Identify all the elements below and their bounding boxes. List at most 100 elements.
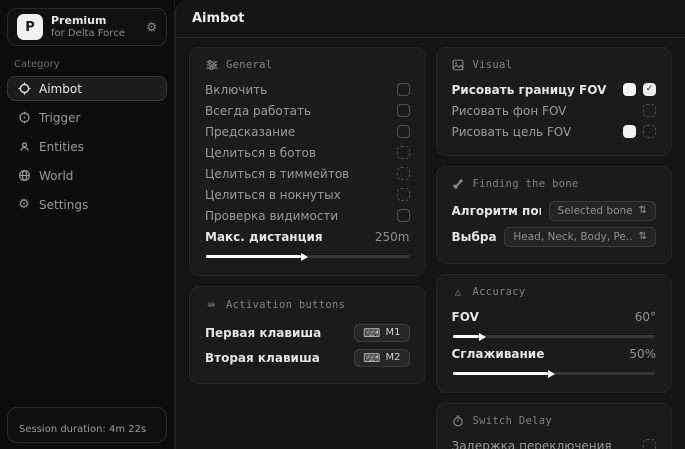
slider-label: Сглаживание	[452, 347, 545, 361]
main-panel: Aimbot General Включить Всегда работать	[175, 0, 685, 449]
category-label: Category	[14, 59, 174, 70]
slider-value: 50%	[629, 347, 656, 361]
toggle-label: Предсказание	[205, 125, 295, 139]
accuracy-card-header: △ Accuracy	[452, 286, 657, 298]
toggle-row: Проверка видимости	[205, 205, 410, 226]
switch-delay-card-header: Switch Delay	[452, 415, 657, 427]
color-swatch[interactable]	[623, 125, 636, 138]
visual-row: Рисовать фон FOV	[452, 100, 657, 121]
fov-slider[interactable]	[453, 335, 656, 338]
left-column: General Включить Всегда работать Предска…	[189, 47, 426, 449]
brand-logo: P	[17, 14, 43, 40]
checkbox-always-work[interactable]	[397, 104, 410, 117]
visual-card: Visual Рисовать границу FOV ✓ Рисовать ф…	[436, 47, 673, 156]
toggle-row: Включить	[205, 79, 410, 100]
select-value: Head, Neck, Body, Pe..	[513, 231, 632, 243]
sidebar-item-aimbot[interactable]: Aimbot	[7, 76, 167, 101]
keybind-label: Первая клавиша	[205, 326, 321, 340]
bone-icon	[452, 178, 465, 190]
keybind-button-first[interactable]: ⌨ M1	[354, 324, 409, 342]
sidebar-item-label: Entities	[39, 140, 84, 154]
sidebar-item-entities[interactable]: Entities	[7, 134, 167, 159]
bone-card: Finding the bone Алгоритм поиска кост Se…	[436, 166, 673, 264]
slider-row: Макс. дистанция 250m	[205, 226, 410, 247]
checkbox-prediction[interactable]	[397, 125, 410, 138]
toggle-row: Целиться в нокнутых	[205, 184, 410, 205]
slider-fill[interactable]	[453, 335, 479, 338]
toggle-row: Задержка переключения	[452, 435, 657, 449]
brand-box: P Premium for Delta Force ⚙	[7, 8, 167, 46]
toggle-label: Включить	[205, 83, 267, 97]
crosshair-icon	[17, 82, 31, 95]
brand-subtitle: for Delta Force	[51, 28, 138, 40]
checkbox-draw-fov-border[interactable]: ✓	[643, 83, 656, 96]
checkbox-visibility-check[interactable]	[397, 209, 410, 222]
sidebar-item-settings[interactable]: ⚙ Settings	[7, 192, 167, 217]
sidebar: P Premium for Delta Force ⚙ Category Aim…	[0, 0, 175, 449]
bone-label: Выбранные кос	[452, 230, 497, 244]
keybind-row: Первая клавиша ⌨ M1	[205, 320, 410, 345]
content: General Включить Всегда работать Предска…	[176, 38, 685, 449]
toggle-label: Целиться в тиммейтов	[205, 167, 349, 181]
triangle-icon: △	[452, 287, 465, 298]
sidebar-item-label: Trigger	[39, 111, 80, 125]
checkbox-target-teammates[interactable]	[397, 167, 410, 180]
bone-algorithm-select[interactable]: Selected bone ⇅	[549, 201, 656, 221]
checkbox-switch-delay[interactable]	[643, 439, 656, 449]
slider-row: Сглаживание 50%	[452, 343, 657, 364]
keyboard-icon: ⌨	[363, 352, 380, 364]
timer-icon	[452, 415, 465, 427]
keybind-label: Вторая клавиша	[205, 351, 320, 365]
toggle-label: Всегда работать	[205, 104, 311, 118]
sidebar-item-label: World	[39, 169, 73, 183]
sidebar-item-label: Aimbot	[39, 82, 82, 96]
slider-fill[interactable]	[453, 372, 548, 375]
activation-card: ⌨ Activation buttons Первая клавиша ⌨ M1…	[189, 286, 426, 384]
toggle-row: Целиться в ботов	[205, 142, 410, 163]
toggle-row: Всегда работать	[205, 100, 410, 121]
color-swatch[interactable]	[623, 83, 636, 96]
sidebar-item-trigger[interactable]: Trigger	[7, 105, 167, 130]
visual-label: Рисовать цель FOV	[452, 125, 572, 139]
general-card-title: General	[226, 59, 272, 71]
keybind-button-second[interactable]: ⌨ M2	[354, 349, 409, 367]
toggle-label: Целиться в нокнутых	[205, 188, 341, 202]
keybind-row: Вторая клавиша ⌨ M2	[205, 345, 410, 370]
bone-row: Выбранные кос Head, Neck, Body, Pe.. ⇅	[452, 224, 657, 250]
main-header: Aimbot	[176, 0, 685, 38]
unfold-icon: ⇅	[639, 206, 647, 216]
unfold-icon: ⇅	[639, 232, 647, 242]
visual-card-header: Visual	[452, 59, 657, 71]
brand-title: Premium	[51, 15, 138, 28]
toggle-row: Целиться в тиммейтов	[205, 163, 410, 184]
right-column: Visual Рисовать границу FOV ✓ Рисовать ф…	[436, 47, 673, 449]
slider-value: 250m	[375, 230, 410, 244]
checkbox-enable[interactable]	[397, 83, 410, 96]
activation-card-title: Activation buttons	[226, 299, 345, 311]
slider-fill[interactable]	[206, 255, 301, 258]
keyboard-icon: ⌨	[363, 327, 380, 339]
general-card: General Включить Всегда работать Предска…	[189, 47, 426, 276]
bone-card-title: Finding the bone	[473, 178, 579, 190]
sidebar-item-world[interactable]: World	[7, 163, 167, 188]
visual-controls: ✓	[623, 83, 656, 96]
visual-card-title: Visual	[473, 59, 513, 71]
toggle-row: Предсказание	[205, 121, 410, 142]
smoothing-slider[interactable]	[453, 372, 656, 375]
bone-card-header: Finding the bone	[452, 178, 657, 190]
accuracy-card: △ Accuracy FOV 60° Сглаживание 50%	[436, 274, 673, 393]
selected-bones-select[interactable]: Head, Neck, Body, Pe.. ⇅	[504, 227, 656, 247]
sidebar-nav: Aimbot Trigger Entities World ⚙ Settings	[0, 76, 174, 217]
toggle-label: Целиться в ботов	[205, 146, 316, 160]
checkbox-draw-fov-background[interactable]	[643, 104, 656, 117]
checkbox-draw-fov-target[interactable]	[643, 125, 656, 138]
max-distance-slider[interactable]	[206, 255, 409, 258]
session-duration-text: Session duration: 4m 22s	[19, 424, 146, 435]
checkbox-target-bots[interactable]	[397, 146, 410, 159]
trigger-icon	[17, 111, 31, 124]
settings-gear-icon: ⚙	[17, 197, 31, 212]
brand-text: Premium for Delta Force	[51, 15, 138, 39]
accuracy-card-title: Accuracy	[473, 286, 526, 298]
checkbox-target-knocked[interactable]	[397, 188, 410, 201]
gear-icon[interactable]: ⚙	[146, 20, 157, 34]
